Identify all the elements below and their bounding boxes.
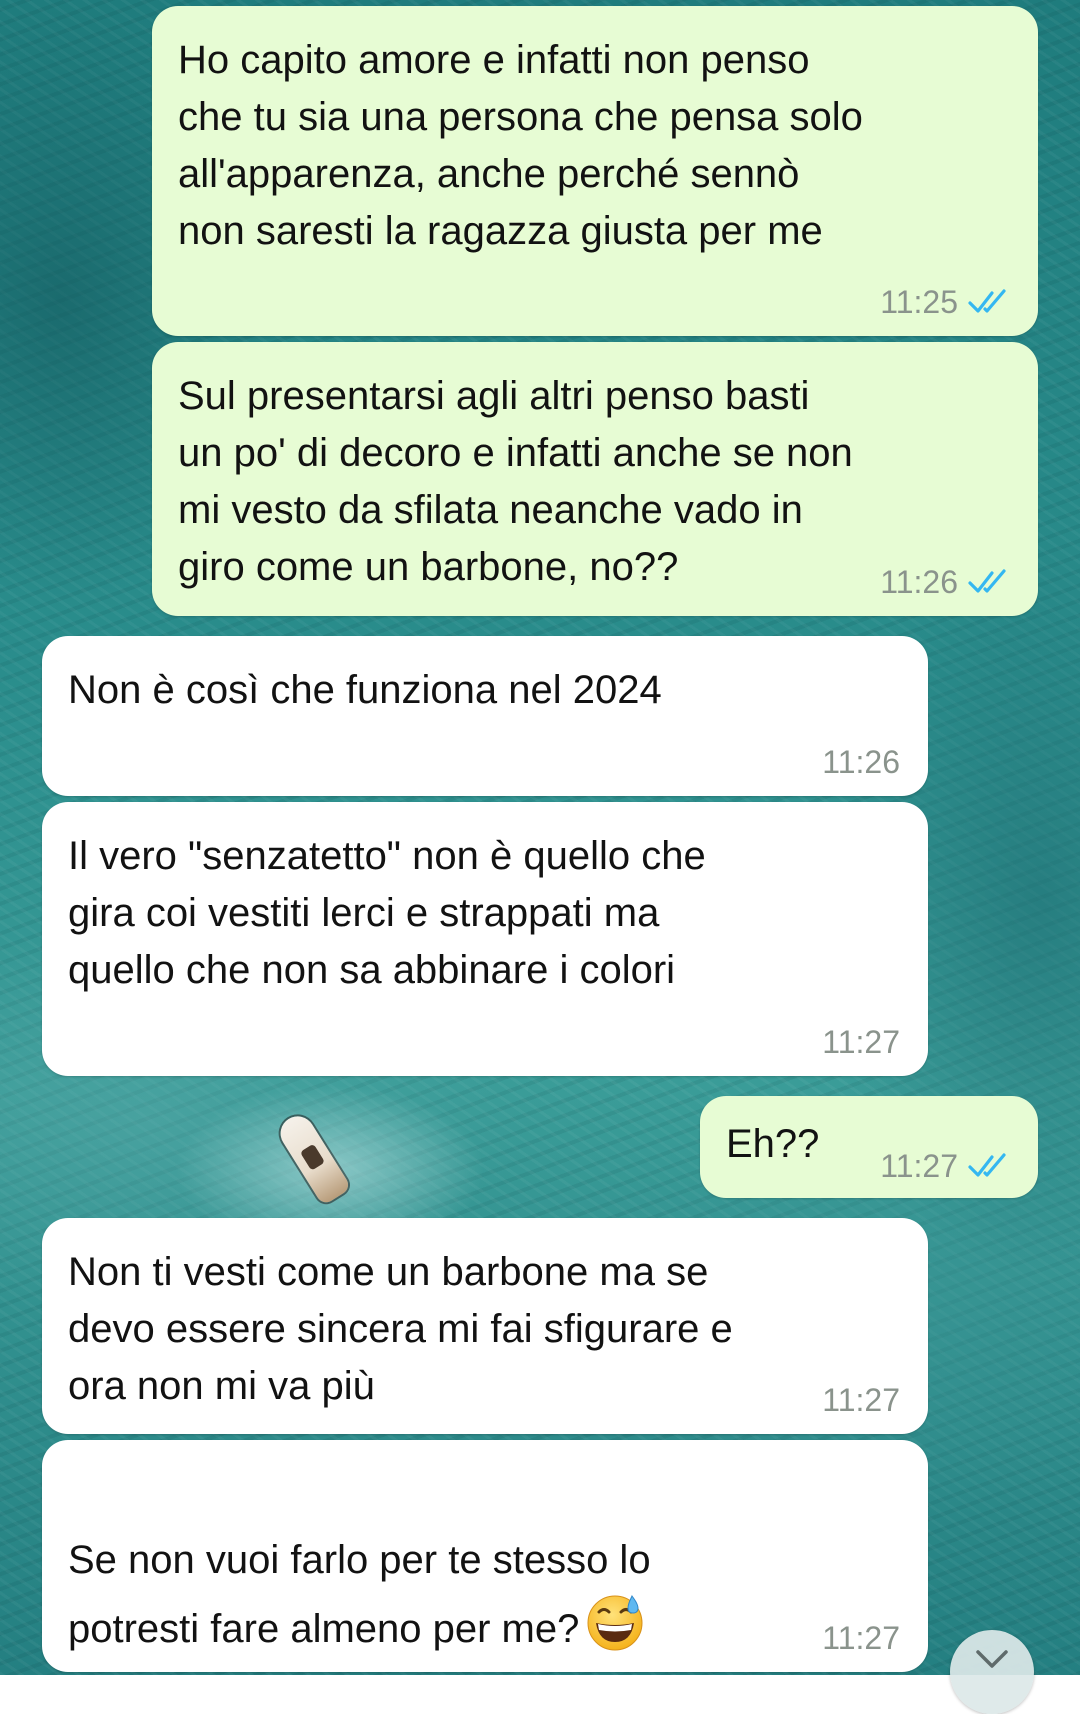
message-time: 11:25 [880,284,958,320]
message-text: Sul presentarsi agli altri penso basti u… [178,374,853,589]
message-bubble-outgoing[interactable]: Sul presentarsi agli altri penso basti u… [152,342,1038,616]
grinning-face-with-sweat-icon [587,1595,643,1651]
message-time: 11:27 [822,1024,900,1060]
message-bubble-outgoing[interactable]: Ho capito amore e infatti non penso che … [152,6,1038,336]
message-bubble-incoming[interactable]: Non ti vesti come un barbone ma se devo … [42,1218,928,1434]
message-bubble-incoming[interactable]: Se non vuoi farlo per te stesso lo potre… [42,1440,928,1672]
double-check-icon [968,569,1006,593]
message-text: Non è così che funziona nel 2024 [68,668,662,712]
message-meta: 11:27 [822,1618,900,1658]
message-text: Se non vuoi farlo per te stesso lo potre… [68,1466,651,1661]
double-check-icon [968,289,1006,313]
message-bubble-outgoing[interactable]: Eh?? 11:27 [700,1096,1038,1198]
message-meta: 11:27 [822,1380,900,1420]
double-check-icon [968,1153,1006,1177]
scroll-to-bottom-button[interactable] [950,1630,1034,1714]
message-meta: 11:26 [822,742,900,782]
message-text: Il vero "senzatetto" non è quello che gi… [68,834,706,992]
message-time: 11:26 [880,564,958,600]
message-text: Eh?? [726,1122,820,1166]
message-meta: 11:25 [880,282,1008,322]
message-time: 11:27 [880,1148,958,1184]
message-text-body: Se non vuoi farlo per te stesso lo potre… [68,1538,651,1651]
message-meta: 11:26 [880,562,1008,602]
message-meta: 11:27 [880,1146,1008,1186]
message-time: 11:26 [822,744,900,780]
message-time: 11:27 [822,1382,900,1418]
message-text: Non ti vesti come un barbone ma se devo … [68,1250,733,1408]
message-bubble-incoming[interactable]: Non è così che funziona nel 2024 11:26 [42,636,928,796]
message-text: Ho capito amore e infatti non penso che … [178,38,863,253]
message-meta: 11:27 [822,1022,900,1062]
message-time: 11:27 [822,1620,900,1656]
chevron-down-icon [976,1650,1008,1668]
message-bubble-incoming[interactable]: Il vero "senzatetto" non è quello che gi… [42,802,928,1076]
